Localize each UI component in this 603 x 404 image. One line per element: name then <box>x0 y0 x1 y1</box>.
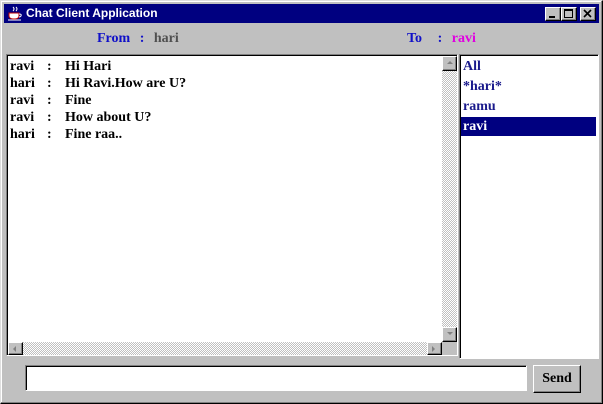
close-icon <box>583 9 592 18</box>
close-button[interactable] <box>580 7 596 21</box>
send-button[interactable]: Send <box>533 365 581 393</box>
scroll-up-button[interactable] <box>442 56 457 71</box>
message-separator: : <box>47 59 52 74</box>
from-section: From : hari <box>97 30 179 48</box>
message-sender: ravi <box>10 59 35 74</box>
arrow-down-icon <box>447 332 453 335</box>
message-separator: : <box>47 127 52 142</box>
arrow-right-icon <box>432 346 435 352</box>
user-list[interactable]: All *hari* ramu ravi <box>459 54 599 359</box>
message-separator: : <box>47 93 52 108</box>
maximize-button[interactable] <box>561 7 577 21</box>
user-item-all[interactable]: All <box>461 57 596 76</box>
message-text: Hi Hari <box>65 59 112 74</box>
message-text: Hi Ravi.How are U? <box>65 76 187 91</box>
java-cup-icon <box>7 6 23 21</box>
user-item-ramu[interactable]: ramu <box>461 97 596 116</box>
from-label: From <box>97 31 131 46</box>
user-item-hari[interactable]: *hari* <box>461 77 596 96</box>
vertical-scrollbar[interactable] <box>442 56 457 342</box>
scroll-right-button[interactable] <box>427 342 442 355</box>
minimize-icon <box>549 16 555 18</box>
arrow-up-icon <box>447 61 453 64</box>
horizontal-scrollbar[interactable] <box>8 342 442 355</box>
maximize-icon <box>564 9 573 18</box>
chat-client-window: Chat Client Application From : hari To :… <box>0 0 603 404</box>
window-title: Chat Client Application <box>26 6 158 20</box>
message-text: Fine raa.. <box>65 127 123 142</box>
title-bar[interactable]: Chat Client Application <box>4 4 599 23</box>
message-text: How about U? <box>65 110 152 125</box>
scrollbar-corner <box>442 342 457 355</box>
to-value: ravi <box>451 31 476 46</box>
from-value: hari <box>153 31 179 46</box>
message-sender: hari <box>10 127 35 142</box>
scroll-down-button[interactable] <box>442 327 457 342</box>
to-section: To : ravi <box>407 30 476 48</box>
message-text: Fine <box>65 93 92 108</box>
user-item-ravi[interactable]: ravi <box>461 117 596 136</box>
minimize-button[interactable] <box>545 7 561 21</box>
from-separator: : <box>139 31 145 46</box>
to-separator: : <box>437 31 443 46</box>
arrow-left-icon <box>13 346 16 352</box>
to-label: To <box>407 31 423 46</box>
message-history[interactable]: ravi : Hi Hari hari : Hi Ravi.How are U?… <box>6 54 458 356</box>
message-sender: ravi <box>10 93 35 108</box>
message-sender: ravi <box>10 110 35 125</box>
message-separator: : <box>47 76 52 91</box>
message-separator: : <box>47 110 52 125</box>
scroll-left-button[interactable] <box>8 342 23 355</box>
message-input[interactable] <box>25 365 527 391</box>
message-sender: hari <box>10 76 35 91</box>
